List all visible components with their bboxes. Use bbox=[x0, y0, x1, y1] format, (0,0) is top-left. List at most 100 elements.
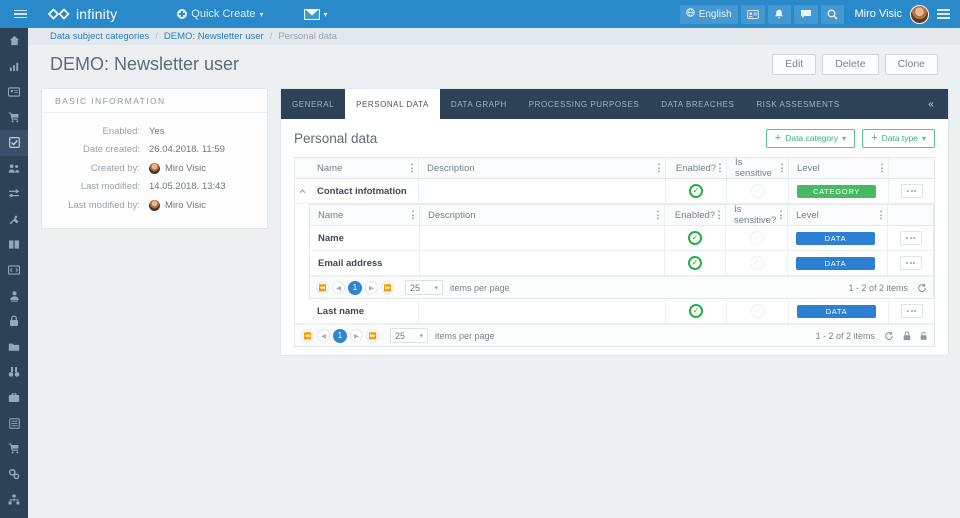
gears-icon bbox=[8, 469, 20, 480]
add-data-type-button[interactable]: + Data type ▾ bbox=[862, 128, 935, 148]
row-menu-button[interactable] bbox=[899, 256, 922, 270]
column-header-enabled[interactable]: Enabled? bbox=[666, 158, 727, 178]
tab-risk-assesments[interactable]: RISK ASSESMENTS bbox=[745, 89, 850, 119]
tab-processing-purposes[interactable]: PROCESSING PURPOSES bbox=[518, 89, 650, 119]
column-menu-icon[interactable] bbox=[781, 163, 783, 173]
add-data-category-button[interactable]: + Data category ▾ bbox=[765, 128, 856, 148]
page-size-select[interactable]: 25 ▾ bbox=[390, 328, 428, 343]
page-size-select[interactable]: 25 ▾ bbox=[405, 280, 443, 295]
column-header-is-sensitive[interactable]: Is sensitive bbox=[727, 157, 789, 179]
sidebar-item-documents[interactable] bbox=[0, 334, 28, 360]
collapse-panel-icon[interactable]: « bbox=[914, 89, 948, 119]
tab-data-graph[interactable]: DATA GRAPH bbox=[440, 89, 518, 119]
last-page-button[interactable]: ⏩ bbox=[381, 281, 394, 294]
unlock-icon[interactable] bbox=[920, 331, 928, 341]
page-number-button[interactable]: 1 bbox=[348, 280, 362, 295]
tab-general[interactable]: GENERAL bbox=[281, 89, 345, 119]
language-selector[interactable]: English bbox=[679, 4, 738, 24]
row-expand-toggle[interactable] bbox=[295, 299, 309, 323]
chat-button[interactable] bbox=[793, 4, 818, 24]
column-header-name[interactable]: Name bbox=[310, 205, 420, 225]
sidebar-item-person-pin[interactable] bbox=[0, 283, 28, 309]
sidebar-item-lists[interactable] bbox=[0, 411, 28, 437]
column-menu-icon[interactable] bbox=[658, 163, 660, 173]
sidebar-item-tools[interactable] bbox=[0, 207, 28, 233]
users-icon bbox=[8, 164, 20, 173]
id-card-button[interactable] bbox=[740, 4, 765, 24]
column-header-level[interactable]: Level bbox=[789, 158, 889, 178]
column-header-name[interactable]: Name bbox=[309, 158, 419, 178]
brand-logo[interactable]: infinity bbox=[48, 6, 117, 22]
sidebar-item-settings-sliders[interactable] bbox=[0, 181, 28, 207]
table-row[interactable]: Name ✓ ✓ DATA bbox=[310, 226, 933, 251]
mail-menu[interactable]: ▾ bbox=[303, 8, 328, 20]
column-menu-icon[interactable] bbox=[412, 210, 414, 220]
table-row[interactable]: Contact infotmation ✓ ✓ CATEGORY bbox=[295, 179, 934, 204]
sidebar-item-orders[interactable] bbox=[0, 436, 28, 462]
sidebar-item-contacts[interactable] bbox=[0, 79, 28, 105]
column-menu-icon[interactable] bbox=[881, 163, 883, 173]
lock-icon[interactable] bbox=[903, 331, 911, 341]
notifications-button[interactable] bbox=[767, 4, 791, 24]
avatar[interactable] bbox=[910, 4, 929, 24]
sidebar-item-tasks[interactable] bbox=[0, 130, 28, 156]
quick-create-button[interactable]: Quick Create ▾ bbox=[177, 8, 264, 20]
row-menu-button[interactable] bbox=[900, 184, 923, 198]
prev-page-button[interactable]: ◀ bbox=[317, 329, 330, 342]
sidebar-item-projects[interactable] bbox=[0, 385, 28, 411]
left-sidebar bbox=[0, 28, 28, 518]
column-header-description[interactable]: Description bbox=[419, 158, 666, 178]
right-panel-toggle-icon[interactable] bbox=[932, 9, 954, 19]
column-header-enabled[interactable]: Enabled? bbox=[665, 205, 726, 225]
row-menu-button[interactable] bbox=[899, 231, 922, 245]
breadcrumb-item-1[interactable]: DEMO: Newsletter user bbox=[164, 31, 264, 42]
prev-page-button[interactable]: ◀ bbox=[332, 281, 345, 294]
page-size-value: 25 bbox=[410, 282, 421, 293]
menu-toggle-icon[interactable] bbox=[6, 0, 34, 28]
sidebar-item-users[interactable] bbox=[0, 156, 28, 182]
sidebar-item-sitemap[interactable] bbox=[0, 487, 28, 513]
page-number-button[interactable]: 1 bbox=[333, 328, 347, 343]
sidebar-item-developer[interactable] bbox=[0, 258, 28, 284]
next-page-button[interactable]: ▶ bbox=[350, 329, 363, 342]
sidebar-item-sales[interactable] bbox=[0, 105, 28, 131]
tab-personal-data[interactable]: PERSONAL DATA bbox=[345, 89, 440, 119]
refresh-icon[interactable] bbox=[917, 283, 927, 293]
column-menu-icon[interactable] bbox=[880, 210, 882, 220]
edit-button[interactable]: Edit bbox=[772, 53, 817, 75]
delete-button[interactable]: Delete bbox=[822, 53, 879, 75]
cell-enabled: ✓ bbox=[665, 226, 726, 250]
column-menu-icon[interactable] bbox=[411, 163, 413, 173]
refresh-icon[interactable] bbox=[884, 331, 894, 341]
column-header-is-sensitive[interactable]: Is sensitive? bbox=[726, 204, 788, 226]
check-circle-icon: ✓ bbox=[688, 231, 702, 245]
column-header-level[interactable]: Level bbox=[788, 205, 888, 225]
first-page-button[interactable]: ⏪ bbox=[301, 329, 314, 342]
sidebar-item-administration[interactable] bbox=[0, 462, 28, 488]
column-header-description[interactable]: Description bbox=[420, 205, 665, 225]
column-menu-icon[interactable] bbox=[719, 163, 721, 173]
sidebar-item-knowledge[interactable] bbox=[0, 232, 28, 258]
tab-data-breaches[interactable]: DATA BREACHES bbox=[650, 89, 745, 119]
sidebar-item-reports[interactable] bbox=[0, 54, 28, 80]
table-row[interactable]: Email address ✓ ✓ DATA bbox=[310, 251, 933, 276]
row-expand-toggle[interactable] bbox=[295, 179, 309, 203]
first-page-button[interactable]: ⏪ bbox=[316, 281, 329, 294]
search-button[interactable] bbox=[820, 4, 844, 24]
next-page-button[interactable]: ▶ bbox=[365, 281, 378, 294]
chevron-down-icon: ▾ bbox=[259, 9, 264, 19]
sidebar-item-security[interactable] bbox=[0, 309, 28, 335]
row-menu-button[interactable] bbox=[900, 304, 923, 318]
last-page-button[interactable]: ⏩ bbox=[366, 329, 379, 342]
button-label: Data category bbox=[785, 133, 839, 143]
column-menu-icon[interactable] bbox=[657, 210, 659, 220]
breadcrumb-item-0[interactable]: Data subject categories bbox=[50, 31, 149, 42]
cell-level: DATA bbox=[789, 299, 889, 323]
table-row[interactable]: Last name ✓ ✓ DATA bbox=[295, 299, 934, 324]
sidebar-item-home[interactable] bbox=[0, 28, 28, 54]
sidebar-item-discovery[interactable] bbox=[0, 360, 28, 386]
column-header-actions bbox=[888, 205, 933, 225]
clone-button[interactable]: Clone bbox=[884, 53, 938, 75]
column-menu-icon[interactable] bbox=[780, 210, 782, 220]
column-menu-icon[interactable] bbox=[718, 210, 720, 220]
